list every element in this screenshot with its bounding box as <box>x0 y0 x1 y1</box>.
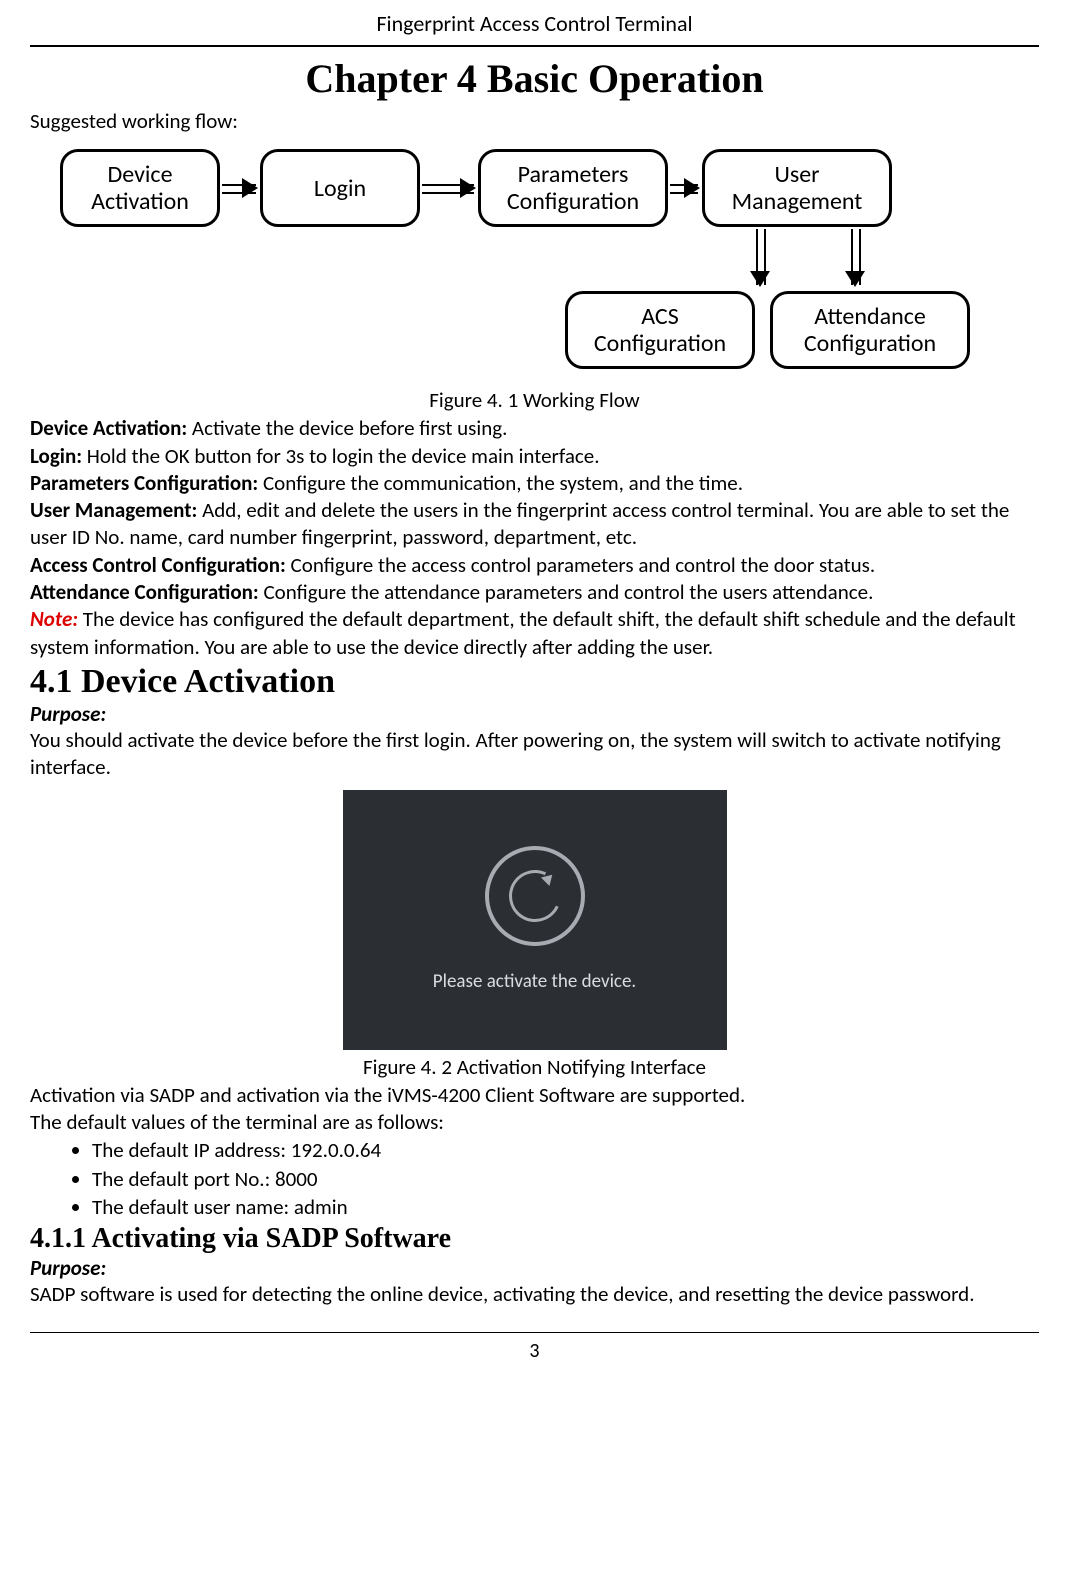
defaults-list: The default IP address: 192.0.0.64 The d… <box>30 1136 1039 1221</box>
note-line: Note: The device has configured the defa… <box>30 606 1039 661</box>
def-access-control: Access Control Configuration: Configure … <box>30 552 1039 579</box>
flow-box-device-activation: DeviceActivation <box>60 149 220 227</box>
flow-box-acs: ACSConfiguration <box>565 291 755 369</box>
purpose-4-1-1-text: SADP software is used for detecting the … <box>30 1281 1039 1308</box>
activation-p1: Activation via SADP and activation via t… <box>30 1082 1039 1109</box>
chapter-title: Chapter 4 Basic Operation <box>30 55 1039 102</box>
def-login: Login: Hold the OK button for 3s to logi… <box>30 443 1039 470</box>
def-attendance: Attendance Configuration: Configure the … <box>30 579 1039 606</box>
flow-box-parameters: ParametersConfiguration <box>478 149 668 227</box>
intro-text: Suggested working flow: <box>30 108 1039 135</box>
figure-1-caption: Figure 4. 1 Working Flow <box>30 387 1039 413</box>
flow-box-user-mgmt: UserManagement <box>702 149 892 227</box>
purpose-4-1-text: You should activate the device before th… <box>30 727 1039 782</box>
doc-header: Fingerprint Access Control Terminal <box>30 10 1039 47</box>
activation-message: Please activate the device. <box>433 970 636 993</box>
def-parameters: Parameters Configuration: Configure the … <box>30 470 1039 497</box>
def-user-mgmt: User Management: Add, edit and delete th… <box>30 497 1039 552</box>
purpose-label: Purpose: <box>30 701 1039 727</box>
default-port: The default port No.: 8000 <box>92 1165 1039 1193</box>
section-4-1-1-heading: 4.1.1 Activating via SADP Software <box>30 1223 1039 1255</box>
page-number: 3 <box>30 1332 1039 1363</box>
activation-spinner-icon <box>485 846 585 946</box>
definitions-block: Device Activation: Activate the device b… <box>30 415 1039 661</box>
section-4-1-heading: 4.1 Device Activation <box>30 663 1039 701</box>
figure-2-caption: Figure 4. 2 Activation Notifying Interfa… <box>30 1054 1039 1080</box>
flow-box-login: Login <box>260 149 420 227</box>
default-ip: The default IP address: 192.0.0.64 <box>92 1136 1039 1164</box>
workflow-diagram: DeviceActivation Login ParametersConfigu… <box>60 143 1039 383</box>
activation-device-screenshot: Please activate the device. <box>343 790 727 1050</box>
def-device-activation: Device Activation: Activate the device b… <box>30 415 1039 442</box>
default-username: The default user name: admin <box>92 1193 1039 1221</box>
activation-p2: The default values of the terminal are a… <box>30 1109 1039 1136</box>
purpose-label-2: Purpose: <box>30 1255 1039 1281</box>
flow-box-attendance: AttendanceConfiguration <box>770 291 970 369</box>
